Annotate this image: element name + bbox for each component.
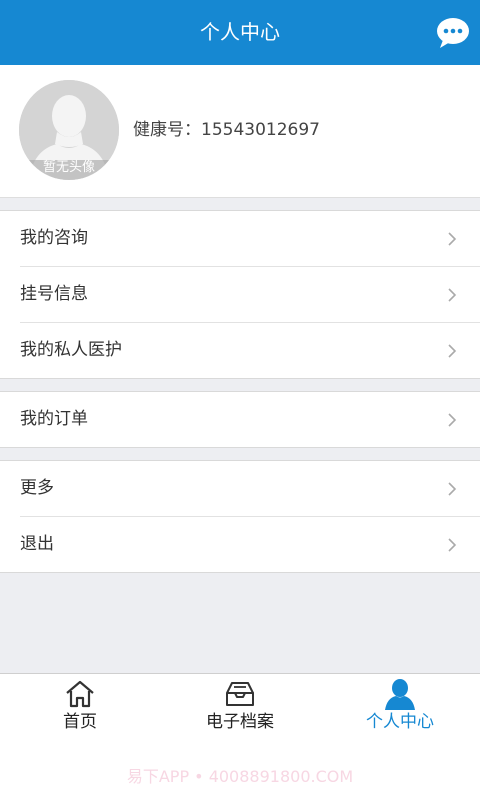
menu-item-label: 我的咨询 bbox=[20, 228, 88, 248]
menu-item-my-orders[interactable]: 我的订单 bbox=[0, 392, 480, 447]
chevron-right-icon bbox=[448, 413, 457, 427]
menu-item-label: 更多 bbox=[20, 478, 54, 498]
app-header: 个人中心 bbox=[0, 0, 480, 65]
inbox-tray-icon bbox=[226, 682, 254, 706]
chevron-right-icon bbox=[448, 288, 457, 302]
menu-item-logout[interactable]: 退出 bbox=[20, 516, 480, 572]
tab-label: 个人中心 bbox=[366, 712, 434, 732]
bottom-tab-bar: 首页 电子档案 个人中心 bbox=[0, 673, 480, 739]
tab-home[interactable]: 首页 bbox=[0, 674, 160, 739]
tab-health-records[interactable]: 电子档案 bbox=[160, 674, 320, 739]
menu-item-label: 我的私人医护 bbox=[20, 340, 122, 360]
chevron-right-icon bbox=[448, 344, 457, 358]
health-id: 健康号：15543012697 bbox=[133, 117, 320, 143]
chevron-right-icon bbox=[448, 482, 457, 496]
menu-item-label: 我的订单 bbox=[20, 409, 88, 429]
home-icon bbox=[66, 680, 94, 708]
menu-group-services: 我的咨询 挂号信息 我的私人医护 bbox=[0, 210, 480, 379]
menu-group-other: 更多 退出 bbox=[0, 460, 480, 573]
menu-item-more[interactable]: 更多 bbox=[0, 461, 480, 516]
profile-card: 暂无头像 健康号：15543012697 bbox=[0, 65, 480, 198]
tab-label: 首页 bbox=[63, 712, 97, 732]
watermark-text: 易下APP • 4008891800.COM bbox=[126, 767, 354, 786]
avatar[interactable]: 暂无头像 bbox=[19, 80, 119, 180]
menu-item-registration-info[interactable]: 挂号信息 bbox=[20, 266, 480, 322]
chevron-right-icon bbox=[448, 232, 457, 246]
tab-personal-center[interactable]: 个人中心 bbox=[320, 674, 480, 739]
menu-item-label: 挂号信息 bbox=[20, 284, 88, 304]
chat-button[interactable] bbox=[436, 16, 470, 50]
chevron-right-icon bbox=[448, 538, 457, 552]
menu-group-orders: 我的订单 bbox=[0, 391, 480, 448]
health-id-value: 15543012697 bbox=[201, 120, 320, 140]
health-id-label: 健康号： bbox=[133, 120, 201, 140]
tab-label: 电子档案 bbox=[206, 712, 274, 732]
page-title: 个人中心 bbox=[200, 20, 280, 44]
person-icon bbox=[385, 679, 415, 710]
menu-item-my-consultations[interactable]: 我的咨询 bbox=[0, 211, 480, 266]
chat-bubble-icon bbox=[437, 18, 469, 48]
menu-item-label: 退出 bbox=[20, 534, 54, 554]
menu-item-private-care[interactable]: 我的私人医护 bbox=[20, 322, 480, 378]
avatar-caption: 暂无头像 bbox=[42, 160, 95, 175]
